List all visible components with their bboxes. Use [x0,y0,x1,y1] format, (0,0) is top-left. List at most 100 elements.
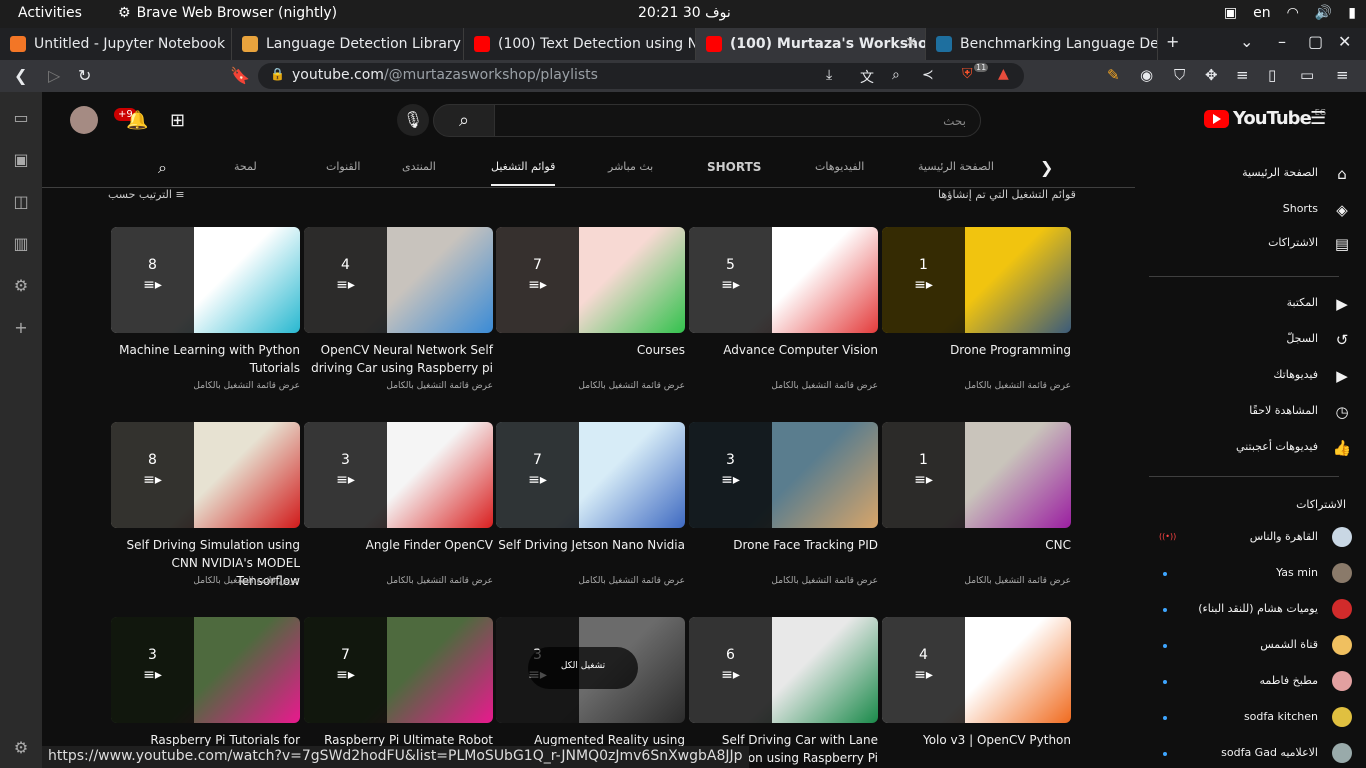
avatar[interactable] [70,106,98,134]
playlist-title[interactable]: Self Driving Simulation using CNN NVIDIA… [111,536,300,588]
playlist-thumbnail[interactable]: 3≡▸تشغيل الكل [496,617,685,723]
wifi-icon[interactable]: ◠ [1287,5,1299,21]
browser-tab[interactable]: (100) Text Detection using N [464,28,696,60]
playlist-title[interactable]: Machine Learning with Python Tutorials [111,341,300,377]
sidebar-settings-icon[interactable]: ⚙ [11,738,31,758]
channel-tab[interactable]: القنوات [326,160,360,173]
playlist-thumbnail[interactable]: 1 ≡▸ [882,227,1071,333]
view-full-playlist-link[interactable]: عرض قائمة التشغيل بالكامل [111,381,300,391]
menu-icon[interactable]: ≡ [1336,66,1349,84]
zoom-icon[interactable]: ⌕ [892,67,900,83]
playlist-thumbnail[interactable]: 4 ≡▸ [882,617,1071,723]
guide-item[interactable]: السجلّ [1286,332,1318,345]
view-full-playlist-link[interactable]: عرض قائمة التشغيل بالكامل [882,381,1071,391]
language-indicator[interactable]: en [1253,5,1271,21]
view-full-playlist-link[interactable]: عرض قائمة التشغيل بالكامل [304,381,493,391]
guide-item[interactable]: المشاهدة لاحقًا [1249,404,1318,417]
playlist-thumbnail[interactable]: 3 ≡▸ [111,617,300,723]
browser-tab[interactable]: Benchmarking Language De [926,28,1158,60]
close-window-icon[interactable]: ✕ [1338,32,1351,51]
mic-icon[interactable]: 🎙 [397,104,429,136]
playlist-card[interactable]: 1 ≡▸ CNC عرض قائمة التشغيل بالكامل [882,422,1071,586]
puzzle-icon[interactable]: ✥ [1205,66,1218,84]
playlist-title[interactable]: OpenCV Neural Network Self driving Car u… [304,341,493,377]
playlist-thumbnail[interactable]: 3 ≡▸ [304,422,493,528]
view-full-playlist-link[interactable]: عرض قائمة التشغيل بالكامل [882,576,1071,586]
guide-menu-icon[interactable]: ☰ [1310,108,1326,129]
guide-item[interactable]: Shorts [1283,202,1318,215]
channel-tab[interactable]: الصفحة الرئيسية [918,160,994,173]
bookmark-icon[interactable]: 🔖 [230,66,250,85]
channel-tab[interactable]: SHORTS [707,160,761,174]
forward-icon[interactable]: ▷ [48,66,60,85]
playlist-card[interactable]: 3 ≡▸ Raspberry Pi Tutorials for [111,617,300,767]
install-icon[interactable]: ⤓ [826,67,832,83]
sidebar-icon[interactable]: ▯ [1268,66,1276,84]
view-full-playlist-link[interactable]: عرض قائمة التشغيل بالكامل [496,381,685,391]
playlist-thumbnail[interactable]: 7 ≡▸ [304,617,493,723]
screen-icon[interactable]: ▣ [1224,5,1237,21]
create-icon[interactable]: ⊞ [170,110,185,131]
browser-tab[interactable]: Language Detection Library [232,28,464,60]
playlist-card[interactable]: 8 ≡▸ Machine Learning with Python Tutorial… [111,227,300,391]
tab-list-icon[interactable]: ⌄ [1240,32,1253,51]
playlist-thumbnail[interactable]: 5 ≡▸ [689,227,878,333]
app-menu[interactable]: ⚙ Brave Web Browser (nightly) [118,5,337,21]
pencil-icon[interactable]: ✎ [1107,66,1120,84]
minimize-icon[interactable]: – [1278,32,1286,51]
guide-item[interactable]: المكتبة [1287,296,1318,309]
back-icon[interactable]: ❮ [14,66,27,85]
guide-item[interactable]: الصفحة الرئيسية [1242,166,1318,179]
playlist-thumbnail[interactable]: 6 ≡▸ [689,617,878,723]
view-full-playlist-link[interactable]: عرض قائمة التشغيل بالكامل [304,576,493,586]
playlist-card[interactable]: 1 ≡▸ Drone Programming عرض قائمة التشغيل با… [882,227,1071,391]
channel-tab[interactable]: قوائم التشغيل [491,160,556,186]
subscription-item[interactable]: قناة الشمس [1260,638,1318,651]
reading-list-icon[interactable]: ▥ [11,234,31,254]
browser-tab[interactable]: Untitled - Jupyter Notebook [0,28,232,60]
playlist-card[interactable]: 4 ≡▸ OpenCV Neural Network Self driving Ca… [304,227,493,391]
guide-item[interactable]: فيديوهاتك [1273,368,1318,381]
playlist-card[interactable]: 7 ≡▸ Raspberry Pi Ultimate Robot [304,617,493,767]
address-bar[interactable]: 🔒 youtube.com/@murtazasworkshop/playlist… [258,63,1024,89]
view-full-playlist-link[interactable]: عرض قائمة التشغيل بالكامل [689,576,878,586]
playlist-thumbnail[interactable]: 1 ≡▸ [882,422,1071,528]
playlist-icon[interactable]: ≡ [1236,66,1249,84]
playlist-title[interactable]: Courses [496,341,685,377]
playlist-thumbnail[interactable]: 3 ≡▸ [689,422,878,528]
tab-close-icon[interactable]: ✕ [905,35,917,51]
playlist-card[interactable]: 7 ≡▸ Courses عرض قائمة التشغيل بالكامل [496,227,685,391]
subscription-item[interactable]: Yas min [1276,566,1318,579]
guide-item[interactable]: الاشتراكات [1268,236,1318,249]
play-all-button[interactable]: تشغيل الكل [528,647,638,689]
view-full-playlist-link[interactable]: عرض قائمة التشغيل بالكامل [689,381,878,391]
vpn-icon[interactable]: ⛉ [1174,66,1185,84]
video-icon[interactable]: ▭ [11,108,31,128]
add-icon[interactable]: + [11,318,31,338]
subscription-item[interactable]: sodfa kitchen [1244,710,1318,723]
playlist-card[interactable]: 5 ≡▸ Advance Computer Vision عرض قائمة التش… [689,227,878,391]
subscription-item[interactable]: يوميات هشام (للنقد البناء) [1198,602,1318,615]
playlist-title[interactable]: Self Driving Jetson Nano Nvidia [496,536,685,572]
playlist-thumbnail[interactable]: 4 ≡▸ [304,227,493,333]
brave-shield-icon[interactable]: ⛨ [962,66,973,82]
channel-tab[interactable]: بث مباشر [608,160,653,173]
translate-icon[interactable]: 文 [860,67,874,87]
battery-icon[interactable]: ▮ [1348,5,1356,21]
bookmarks-icon[interactable]: ◫ [11,192,31,212]
channel-tab[interactable]: لمحة [234,160,257,173]
settings-icon[interactable]: ⚙ [11,276,31,296]
channel-search-icon[interactable]: ⌕ [158,158,167,178]
new-tab-icon[interactable]: + [1166,32,1179,51]
tabs-prev-icon[interactable]: ❯ [1040,158,1053,177]
guide-item[interactable]: فيديوهات أعجبتني [1236,440,1318,453]
maximize-icon[interactable]: ▢ [1308,32,1323,51]
playlist-card[interactable]: 3 ≡▸ Drone Face Tracking PID عرض قائمة التش… [689,422,878,586]
playlist-card[interactable]: 4 ≡▸ Yolo v3 | OpenCV Python [882,617,1071,767]
wallet-icon[interactable]: ▭ [1300,66,1314,84]
search-input[interactable]: بحث [494,104,981,137]
activities-button[interactable]: Activities [18,5,82,21]
playlist-title[interactable]: Angle Finder OpenCV [304,536,493,572]
view-full-playlist-link[interactable]: عرض قائمة التشغيل بالكامل [496,576,685,586]
wallet-side-icon[interactable]: ▣ [11,150,31,170]
